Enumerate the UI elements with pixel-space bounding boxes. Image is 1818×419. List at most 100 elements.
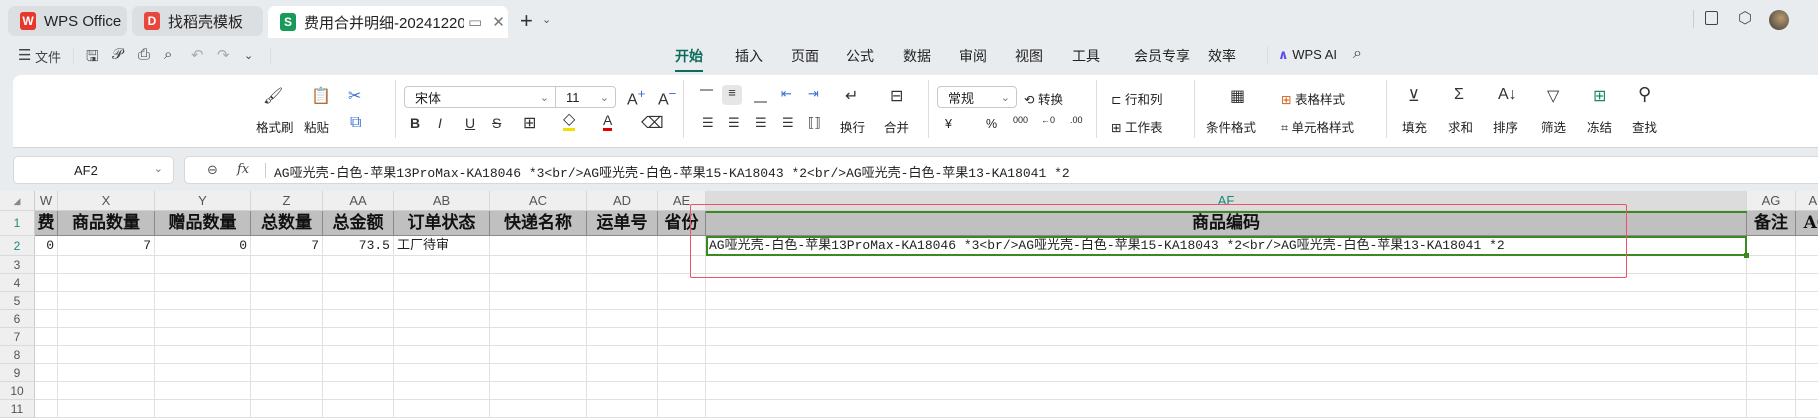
ribbon-tab-7[interactable]: 工具	[1072, 46, 1100, 66]
convert-button[interactable]: ⟲ 转换	[1024, 89, 1063, 108]
indent-decrease-icon[interactable]: ⇤	[781, 86, 792, 102]
cell[interactable]	[58, 346, 155, 364]
font-size-select[interactable]: 11 ⌄	[555, 86, 616, 108]
cell[interactable]	[155, 256, 251, 274]
cell[interactable]	[394, 310, 490, 328]
cell[interactable]	[490, 292, 587, 310]
cell[interactable]	[706, 328, 1747, 346]
worksheet-button[interactable]: ⊞ 工作表	[1111, 117, 1162, 136]
cell[interactable]	[58, 400, 155, 418]
tab-wps-office[interactable]: W WPS Office	[8, 6, 127, 36]
cell[interactable]	[490, 346, 587, 364]
window-icon[interactable]	[1705, 11, 1718, 25]
cell[interactable]	[490, 310, 587, 328]
new-tab-button[interactable]: +	[520, 8, 533, 34]
header-cell[interactable]: 备注	[1747, 211, 1796, 236]
cell-style-button[interactable]: ⌗ 单元格样式	[1281, 117, 1354, 136]
sort-button[interactable]: 排序	[1493, 117, 1518, 136]
name-box[interactable]: AF2 ⌄	[13, 156, 174, 184]
header-cell[interactable]: 赠品数量	[155, 211, 251, 236]
column-header-AH[interactable]: AH	[1796, 191, 1818, 211]
cell[interactable]	[490, 274, 587, 292]
cell[interactable]	[323, 274, 394, 292]
align-left-icon[interactable]: ☰	[702, 115, 714, 131]
cell[interactable]	[323, 346, 394, 364]
cell[interactable]	[155, 382, 251, 400]
cell[interactable]	[587, 256, 658, 274]
cell[interactable]	[394, 346, 490, 364]
header-cell[interactable]: 商品数量	[58, 211, 155, 236]
percent-button[interactable]: %	[986, 117, 997, 131]
ribbon-tab-3[interactable]: 公式	[846, 46, 874, 66]
merge-icon[interactable]: ⊟	[890, 86, 903, 106]
cell[interactable]	[251, 382, 323, 400]
cell[interactable]	[155, 274, 251, 292]
paste-icon[interactable]: 📋	[311, 86, 331, 106]
decrease-decimal-button[interactable]: .00	[1070, 115, 1083, 125]
column-header-X[interactable]: X	[58, 191, 155, 211]
ribbon-tab-0[interactable]: 开始	[675, 46, 703, 72]
spreadsheet-grid[interactable]: ◢ WXYZAAABACADAEAFAGAH1234567891011费商品数量…	[0, 191, 1818, 419]
cell[interactable]	[251, 274, 323, 292]
align-center-icon[interactable]: ☰	[728, 115, 740, 131]
cell[interactable]	[155, 364, 251, 382]
cell[interactable]	[1796, 400, 1818, 418]
cell[interactable]	[1747, 382, 1796, 400]
cell[interactable]	[1796, 310, 1818, 328]
cell[interactable]	[394, 256, 490, 274]
increase-font-icon[interactable]: A+	[627, 86, 645, 109]
menu-icon[interactable]: ☰	[18, 46, 31, 64]
cell[interactable]	[658, 346, 706, 364]
column-header-AD[interactable]: AD	[587, 191, 658, 211]
justify-icon[interactable]: ☰	[782, 115, 794, 131]
paste-button[interactable]: 粘贴	[304, 117, 329, 136]
cell[interactable]	[658, 292, 706, 310]
row-header-4[interactable]: 4	[0, 274, 35, 292]
distributed-icon[interactable]: ⟦⟧	[808, 115, 821, 131]
cell[interactable]	[323, 292, 394, 310]
cell[interactable]	[1747, 310, 1796, 328]
increase-decimal-button[interactable]: ←0	[1041, 115, 1055, 125]
cell[interactable]	[323, 328, 394, 346]
cell[interactable]	[251, 328, 323, 346]
cell[interactable]	[58, 382, 155, 400]
cell[interactable]	[323, 364, 394, 382]
cell[interactable]	[706, 400, 1747, 418]
cell[interactable]	[35, 256, 58, 274]
ribbon-tab-8[interactable]: 会员专享	[1134, 46, 1190, 66]
cell[interactable]	[35, 400, 58, 418]
number-format-select[interactable]: 常规 ⌄	[937, 86, 1017, 108]
strikethrough-button[interactable]: S	[492, 115, 501, 131]
column-header-AC[interactable]: AC	[490, 191, 587, 211]
row-header-11[interactable]: 11	[0, 400, 35, 418]
freeze-button[interactable]: 冻结	[1587, 117, 1612, 136]
column-header-AA[interactable]: AA	[323, 191, 394, 211]
thousands-button[interactable]: 000	[1013, 115, 1028, 125]
cell[interactable]	[490, 328, 587, 346]
cell[interactable]	[251, 310, 323, 328]
filter-button[interactable]: 筛选	[1541, 117, 1566, 136]
cell[interactable]	[323, 400, 394, 418]
wps-ai-button[interactable]: ∧ WPS AI	[1278, 47, 1337, 63]
cell[interactable]	[1747, 274, 1796, 292]
cell[interactable]	[35, 364, 58, 382]
font-color-icon[interactable]: A	[603, 112, 613, 131]
cell[interactable]	[706, 292, 1747, 310]
underline-button[interactable]: U	[465, 115, 475, 131]
cell[interactable]	[323, 256, 394, 274]
cell[interactable]	[490, 256, 587, 274]
header-cell[interactable]: 快递名称	[490, 211, 587, 236]
cell[interactable]	[490, 364, 587, 382]
cell[interactable]	[1796, 292, 1818, 310]
row-header-3[interactable]: 3	[0, 256, 35, 274]
save-icon[interactable]: 🖫	[86, 46, 99, 71]
font-family-select[interactable]: 宋体 ⌄	[404, 86, 556, 108]
cell[interactable]	[587, 292, 658, 310]
cell[interactable]	[1747, 346, 1796, 364]
cell[interactable]	[35, 310, 58, 328]
search-icon[interactable]: ⌕	[1353, 45, 1362, 63]
cell[interactable]	[394, 382, 490, 400]
cell[interactable]	[394, 364, 490, 382]
cell[interactable]	[35, 328, 58, 346]
header-cell[interactable]: 运单号	[587, 211, 658, 236]
